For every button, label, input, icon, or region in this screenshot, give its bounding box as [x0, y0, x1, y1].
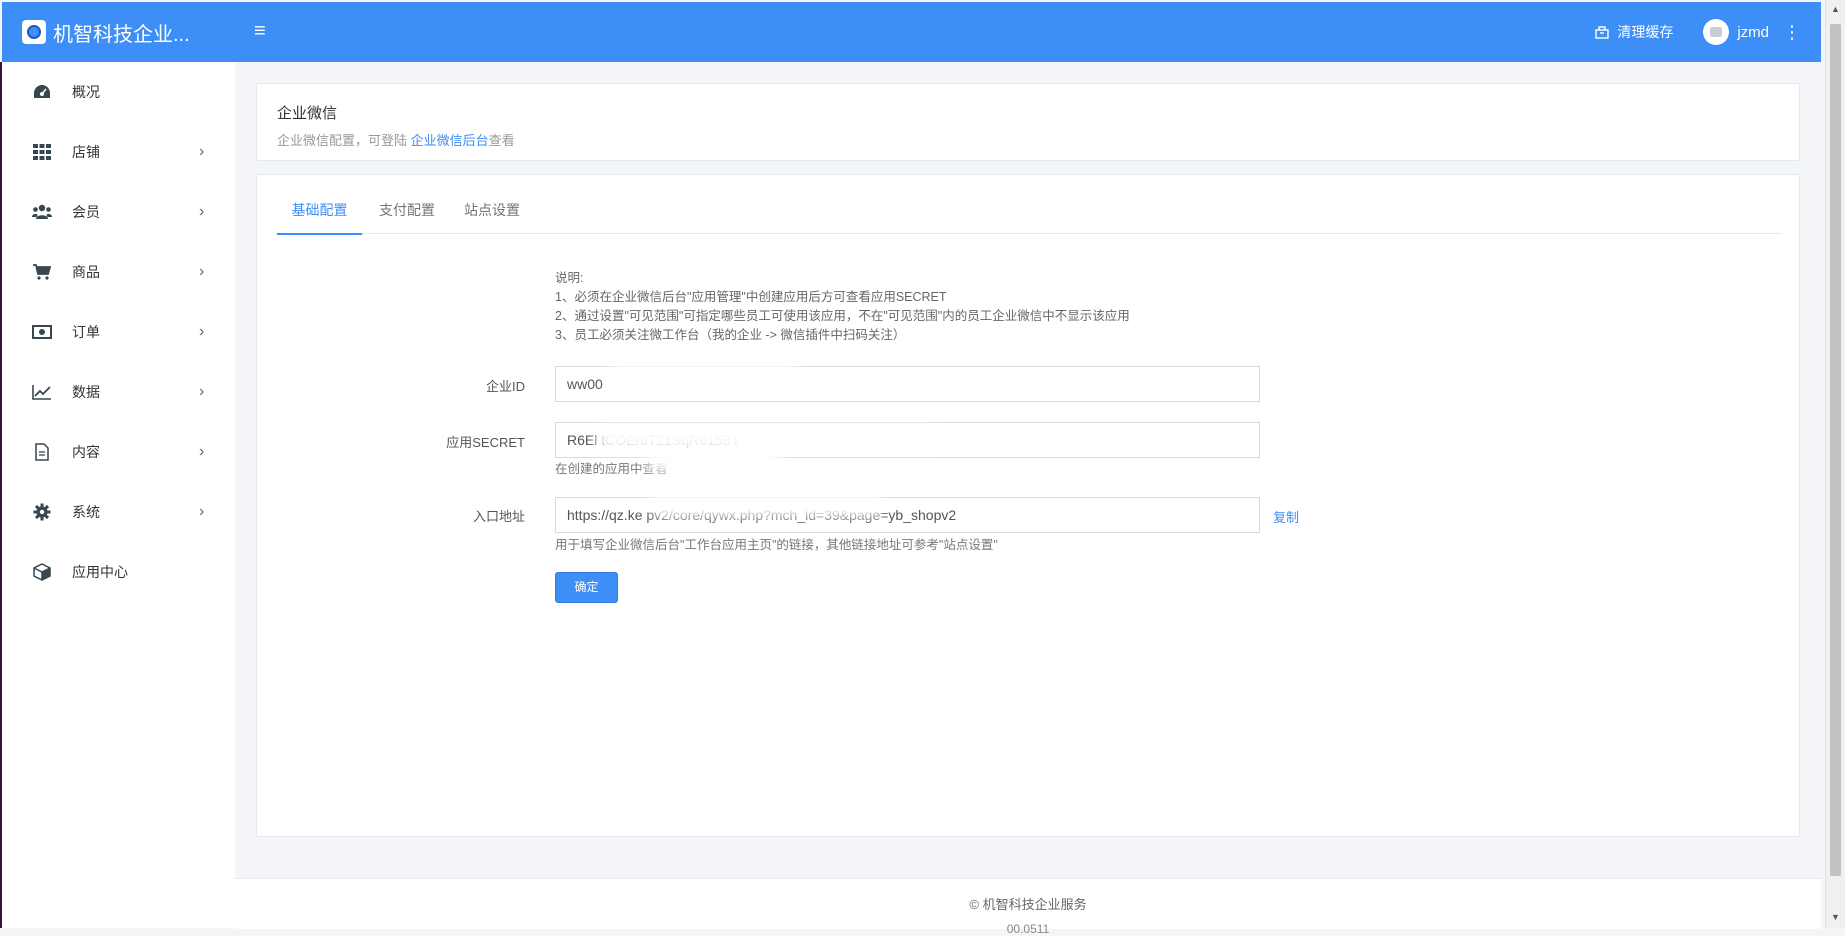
config-card: 基础配置 支付配置 站点设置 说明: 1、必须在企业微信后台"应用管理"中创建应… [256, 174, 1800, 837]
redaction-blur [647, 450, 782, 472]
submit-button[interactable]: 确定 [555, 572, 618, 603]
sidebar-item-store[interactable]: 店铺 › [2, 122, 235, 182]
page-header-card: 企业微信 企业微信配置，可登陆 企业微信后台查看 [256, 83, 1800, 161]
chevron-right-icon: › [199, 263, 205, 280]
sidebar-item-label: 内容 [72, 444, 100, 460]
brand[interactable]: 机智科技企业... [2, 2, 235, 62]
page-title: 企业微信 [277, 105, 338, 122]
redaction-blur [597, 425, 937, 451]
sidebar-item-label: 会员 [72, 204, 100, 220]
money-icon [32, 323, 52, 341]
cube-icon [32, 563, 52, 581]
subtitle-suffix: 查看 [488, 133, 515, 148]
brand-title: 机智科技企业... [53, 23, 190, 46]
chevron-right-icon: › [199, 383, 205, 400]
chevron-right-icon: › [199, 203, 205, 220]
copy-link-button[interactable]: 复制 [1273, 507, 1299, 526]
sidebar-item-products[interactable]: 商品 › [2, 242, 235, 302]
footer-second-line: 00.0511 [1006, 922, 1050, 936]
page-subtitle: 企业微信配置，可登陆 企业微信后台查看 [277, 130, 515, 149]
note-line: 2、通过设置"可见范围"可指定哪些员工可使用该应用，不在"可见范围"内的员工企业… [555, 309, 1130, 323]
entry-url-label: 入口地址 [472, 509, 525, 524]
sidebar-item-data[interactable]: 数据 › [2, 362, 235, 422]
chevron-right-icon: › [199, 503, 205, 520]
sidebar-item-overview[interactable]: 概况 [2, 62, 235, 122]
sidebar-item-label: 概况 [72, 84, 100, 100]
grid-icon [32, 143, 52, 161]
sidebar: 概况 店铺 › 会员 › 商品 › 订单 › 数据 › 内容 › 系统 › 应用… [0, 62, 235, 928]
note-line: 3、员工必须关注微工作台（我的企业 -> 微信插件中扫码关注） [555, 328, 906, 342]
chevron-right-icon: › [199, 323, 205, 340]
entry-url-help: 用于填写企业微信后台"工作台应用主页"的链接，其他链接地址可参考"站点设置" [555, 538, 998, 552]
page-scrollbar[interactable]: ▲ ▼ [1825, 0, 1845, 928]
sidebar-item-label: 店铺 [72, 144, 100, 160]
username[interactable]: jzmd [1737, 24, 1769, 41]
tab-payment-config[interactable]: 支付配置 [377, 199, 437, 233]
sidebar-item-label: 系统 [72, 504, 100, 520]
document-icon [32, 443, 52, 461]
sidebar-item-app-center[interactable]: 应用中心 [2, 542, 235, 602]
redaction-blur [652, 493, 882, 517]
top-header: 机智科技企业... ≡ 清理缓存 jzmd ⋮ [2, 2, 1821, 62]
brand-logo-icon [22, 20, 46, 44]
scroll-up-icon[interactable]: ▲ [1831, 4, 1840, 14]
header-actions: 清理缓存 jzmd ⋮ [1595, 2, 1801, 62]
clear-cache-label: 清理缓存 [1617, 24, 1674, 40]
redaction-blur [612, 363, 797, 387]
sidebar-item-label: 应用中心 [72, 564, 128, 580]
note-line: 说明: [555, 271, 584, 285]
wecom-admin-link[interactable]: 企业微信后台 [411, 133, 489, 148]
gear-icon [32, 503, 52, 521]
secret-label: 应用SECRET [446, 435, 525, 450]
dashboard-icon [32, 83, 52, 101]
sidebar-item-label: 数据 [72, 384, 100, 400]
line-chart-icon [32, 383, 52, 401]
chevron-right-icon: › [199, 443, 205, 460]
scrollbar-thumb[interactable] [1830, 24, 1841, 876]
avatar[interactable] [1703, 19, 1730, 45]
sidebar-item-label: 订单 [72, 324, 100, 340]
tab-basic-config[interactable]: 基础配置 [277, 199, 362, 235]
menu-toggle-icon[interactable]: ≡ [254, 20, 266, 43]
copyright: © 机智科技企业服务 [969, 897, 1087, 912]
cart-icon [32, 263, 52, 281]
sidebar-item-content[interactable]: 内容 › [2, 422, 235, 482]
clear-cache-icon [1595, 26, 1610, 39]
corp-id-label: 企业ID [485, 379, 525, 394]
scroll-down-icon[interactable]: ▼ [1831, 912, 1840, 922]
tab-site-settings[interactable]: 站点设置 [462, 199, 522, 233]
chevron-right-icon: › [199, 143, 205, 160]
footer: © 机智科技企业服务 00.0511 [235, 878, 1821, 936]
sidebar-item-label: 商品 [72, 264, 100, 280]
note-line: 1、必须在企业微信后台"应用管理"中创建应用后方可查看应用SECRET [555, 290, 947, 304]
more-menu-icon[interactable]: ⋮ [1783, 22, 1801, 43]
sidebar-item-system[interactable]: 系统 › [2, 482, 235, 542]
sidebar-item-members[interactable]: 会员 › [2, 182, 235, 242]
users-icon [32, 203, 52, 221]
instructions-note: 说明: 1、必须在企业微信后台"应用管理"中创建应用后方可查看应用SECRET … [555, 269, 1130, 345]
sidebar-item-orders[interactable]: 订单 › [2, 302, 235, 362]
subtitle-text: 企业微信配置，可登陆 [277, 133, 408, 148]
tab-bar: 基础配置 支付配置 站点设置 [277, 199, 1781, 235]
clear-cache-button[interactable]: 清理缓存 [1595, 22, 1673, 42]
